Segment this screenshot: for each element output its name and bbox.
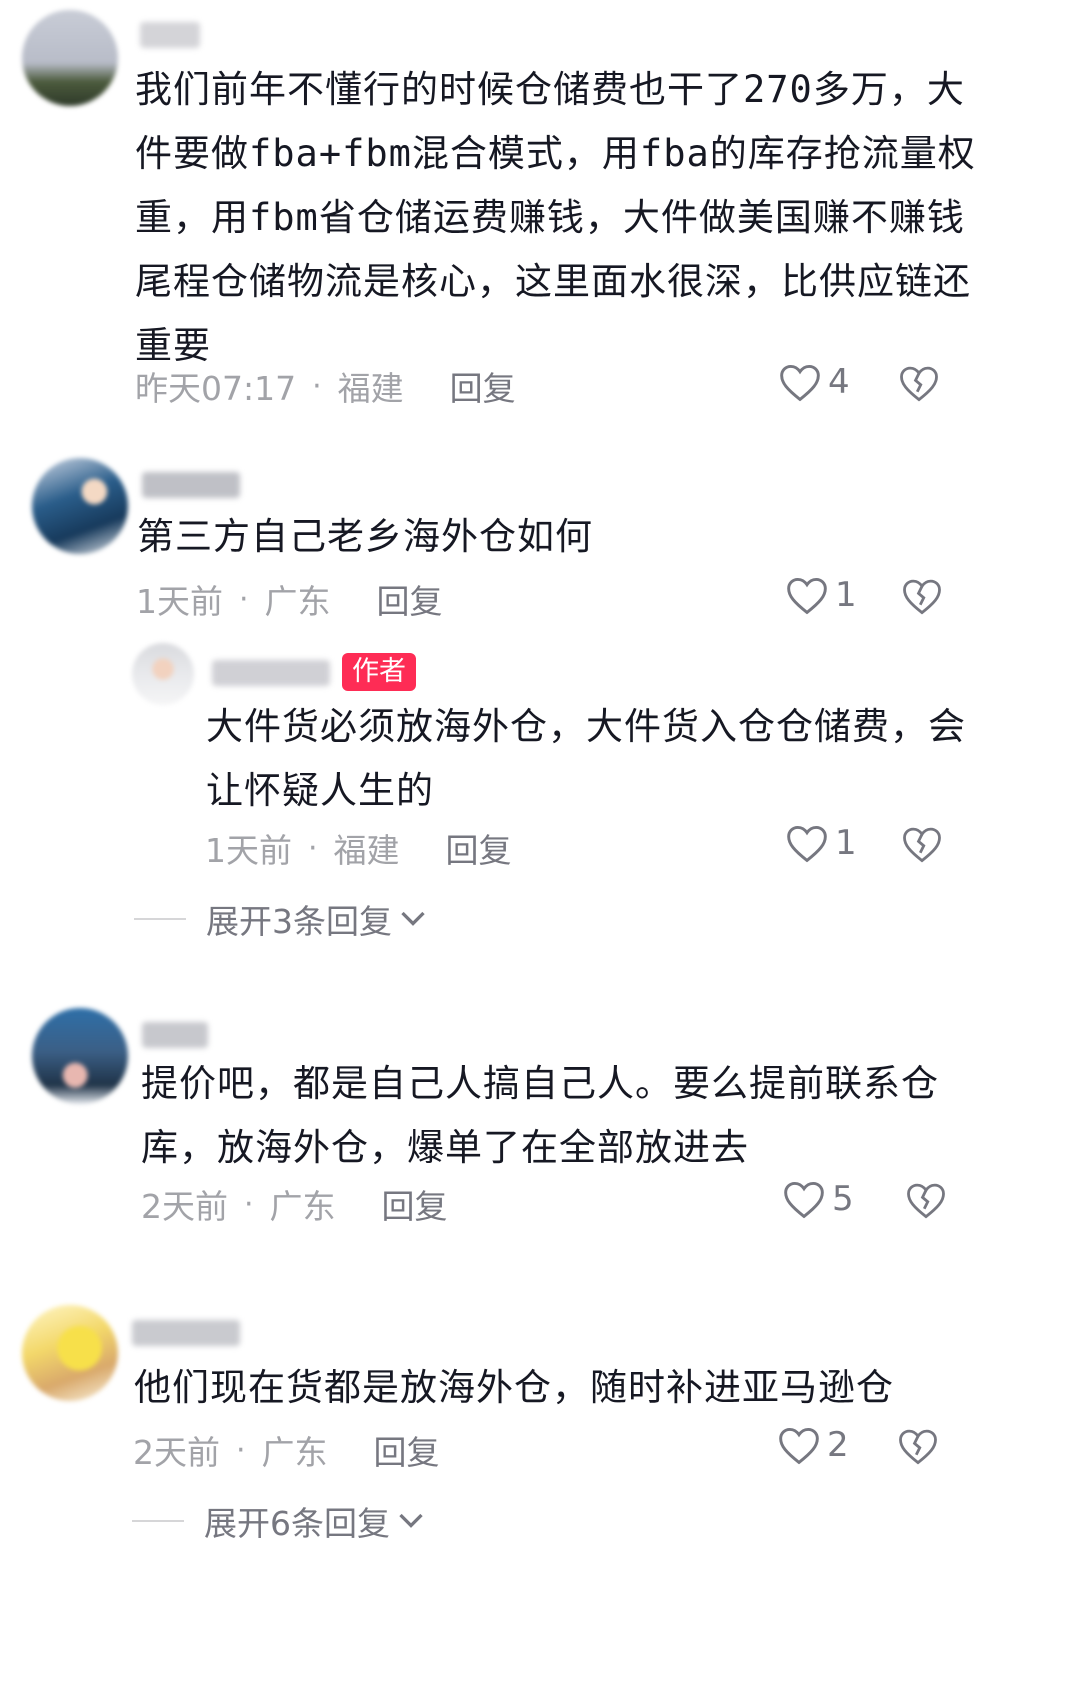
comment-location: 广东 xyxy=(269,1187,336,1226)
avatar[interactable] xyxy=(32,1008,128,1104)
chevron-down-icon xyxy=(401,911,425,926)
comment-time: 昨天07:17 xyxy=(135,369,297,408)
comment-time: 2天前 xyxy=(141,1187,228,1226)
author-badge: 作者 xyxy=(342,653,416,691)
comment-meta: 2天前 · 广东 回复 xyxy=(141,1180,448,1228)
heart-outline-icon xyxy=(779,1427,819,1465)
broken-heart-icon[interactable] xyxy=(905,1179,947,1221)
comment-location: 广东 xyxy=(264,582,331,621)
comment-location: 福建 xyxy=(337,369,404,408)
comment-time: 2天前 xyxy=(133,1433,220,1472)
username-blurred[interactable] xyxy=(142,1022,208,1048)
like-count: 2 xyxy=(827,1425,849,1465)
reply-meta: 1天前 · 福建 回复 xyxy=(205,824,512,872)
expand-label: 展开3条回复 xyxy=(206,902,392,941)
like-count: 1 xyxy=(835,823,857,863)
author-avatar[interactable] xyxy=(132,643,194,705)
reply-button[interactable]: 回复 xyxy=(374,1426,440,1474)
divider-line xyxy=(132,1520,184,1522)
expand-replies-button[interactable]: 展开3条回复 xyxy=(134,895,428,943)
like-count: 5 xyxy=(832,1179,854,1219)
chevron-down-icon xyxy=(399,1513,423,1528)
comment-time: 1天前 xyxy=(136,582,223,621)
username-blurred[interactable] xyxy=(142,472,240,498)
comment-text: 我们前年不懂行的时候仓储费也干了270多万，大 件要做fba+fbm混合模式，用… xyxy=(135,68,976,367)
reply-button[interactable]: 回复 xyxy=(382,1180,448,1228)
username-blurred[interactable] xyxy=(212,660,330,686)
broken-heart-icon[interactable] xyxy=(898,362,940,404)
meta-separator: · xyxy=(236,1432,246,1468)
heart-outline-icon xyxy=(784,1181,824,1219)
like-count: 4 xyxy=(828,362,850,402)
like-count: 1 xyxy=(835,575,857,615)
username-blurred[interactable] xyxy=(140,22,200,48)
meta-separator: · xyxy=(312,368,322,404)
comment-text: 提价吧，都是自己人搞自己人。要么提前联系仓 库，放海外仓，爆单了在全部放进去 xyxy=(141,1062,939,1169)
expand-replies-button[interactable]: 展开6条回复 xyxy=(132,1497,426,1545)
comment-text: 他们现在货都是放海外仓，随时补进亚马逊仓 xyxy=(134,1366,894,1409)
reply-button[interactable]: 回复 xyxy=(446,824,512,872)
reply-button[interactable]: 回复 xyxy=(450,362,516,410)
meta-separator: · xyxy=(308,830,318,866)
like-button[interactable]: 4 xyxy=(778,361,850,403)
comment-text: 第三方自己老乡海外仓如何 xyxy=(137,515,593,558)
like-button[interactable]: 2 xyxy=(777,1424,849,1466)
comment-meta: 1天前 · 广东 回复 xyxy=(136,575,443,623)
reply-time: 1天前 xyxy=(205,831,292,870)
meta-separator: · xyxy=(244,1186,254,1222)
comment-meta: 昨天07:17 · 福建 回复 xyxy=(135,362,516,410)
heart-outline-icon xyxy=(787,825,827,863)
broken-heart-icon[interactable] xyxy=(897,1425,939,1467)
avatar[interactable] xyxy=(22,10,118,106)
like-button[interactable]: 1 xyxy=(785,574,857,616)
avatar[interactable] xyxy=(32,458,128,554)
reply-text: 大件货必须放海外仓，大件货入仓仓储费，会 让怀疑人生的 xyxy=(206,705,966,812)
comment-location: 广东 xyxy=(261,1433,328,1472)
heart-outline-icon xyxy=(780,364,820,402)
avatar[interactable] xyxy=(22,1305,118,1401)
meta-separator: · xyxy=(239,581,249,617)
like-button[interactable]: 1 xyxy=(785,822,857,864)
expand-label: 展开6条回复 xyxy=(204,1504,390,1543)
heart-outline-icon xyxy=(787,577,827,615)
divider-line xyxy=(134,918,186,920)
comment-meta: 2天前 · 广东 回复 xyxy=(133,1426,440,1474)
reply-location: 福建 xyxy=(333,831,400,870)
broken-heart-icon[interactable] xyxy=(901,575,943,617)
broken-heart-icon[interactable] xyxy=(901,823,943,865)
reply-button[interactable]: 回复 xyxy=(377,575,443,623)
like-button[interactable]: 5 xyxy=(782,1178,854,1220)
username-blurred[interactable] xyxy=(132,1320,240,1346)
